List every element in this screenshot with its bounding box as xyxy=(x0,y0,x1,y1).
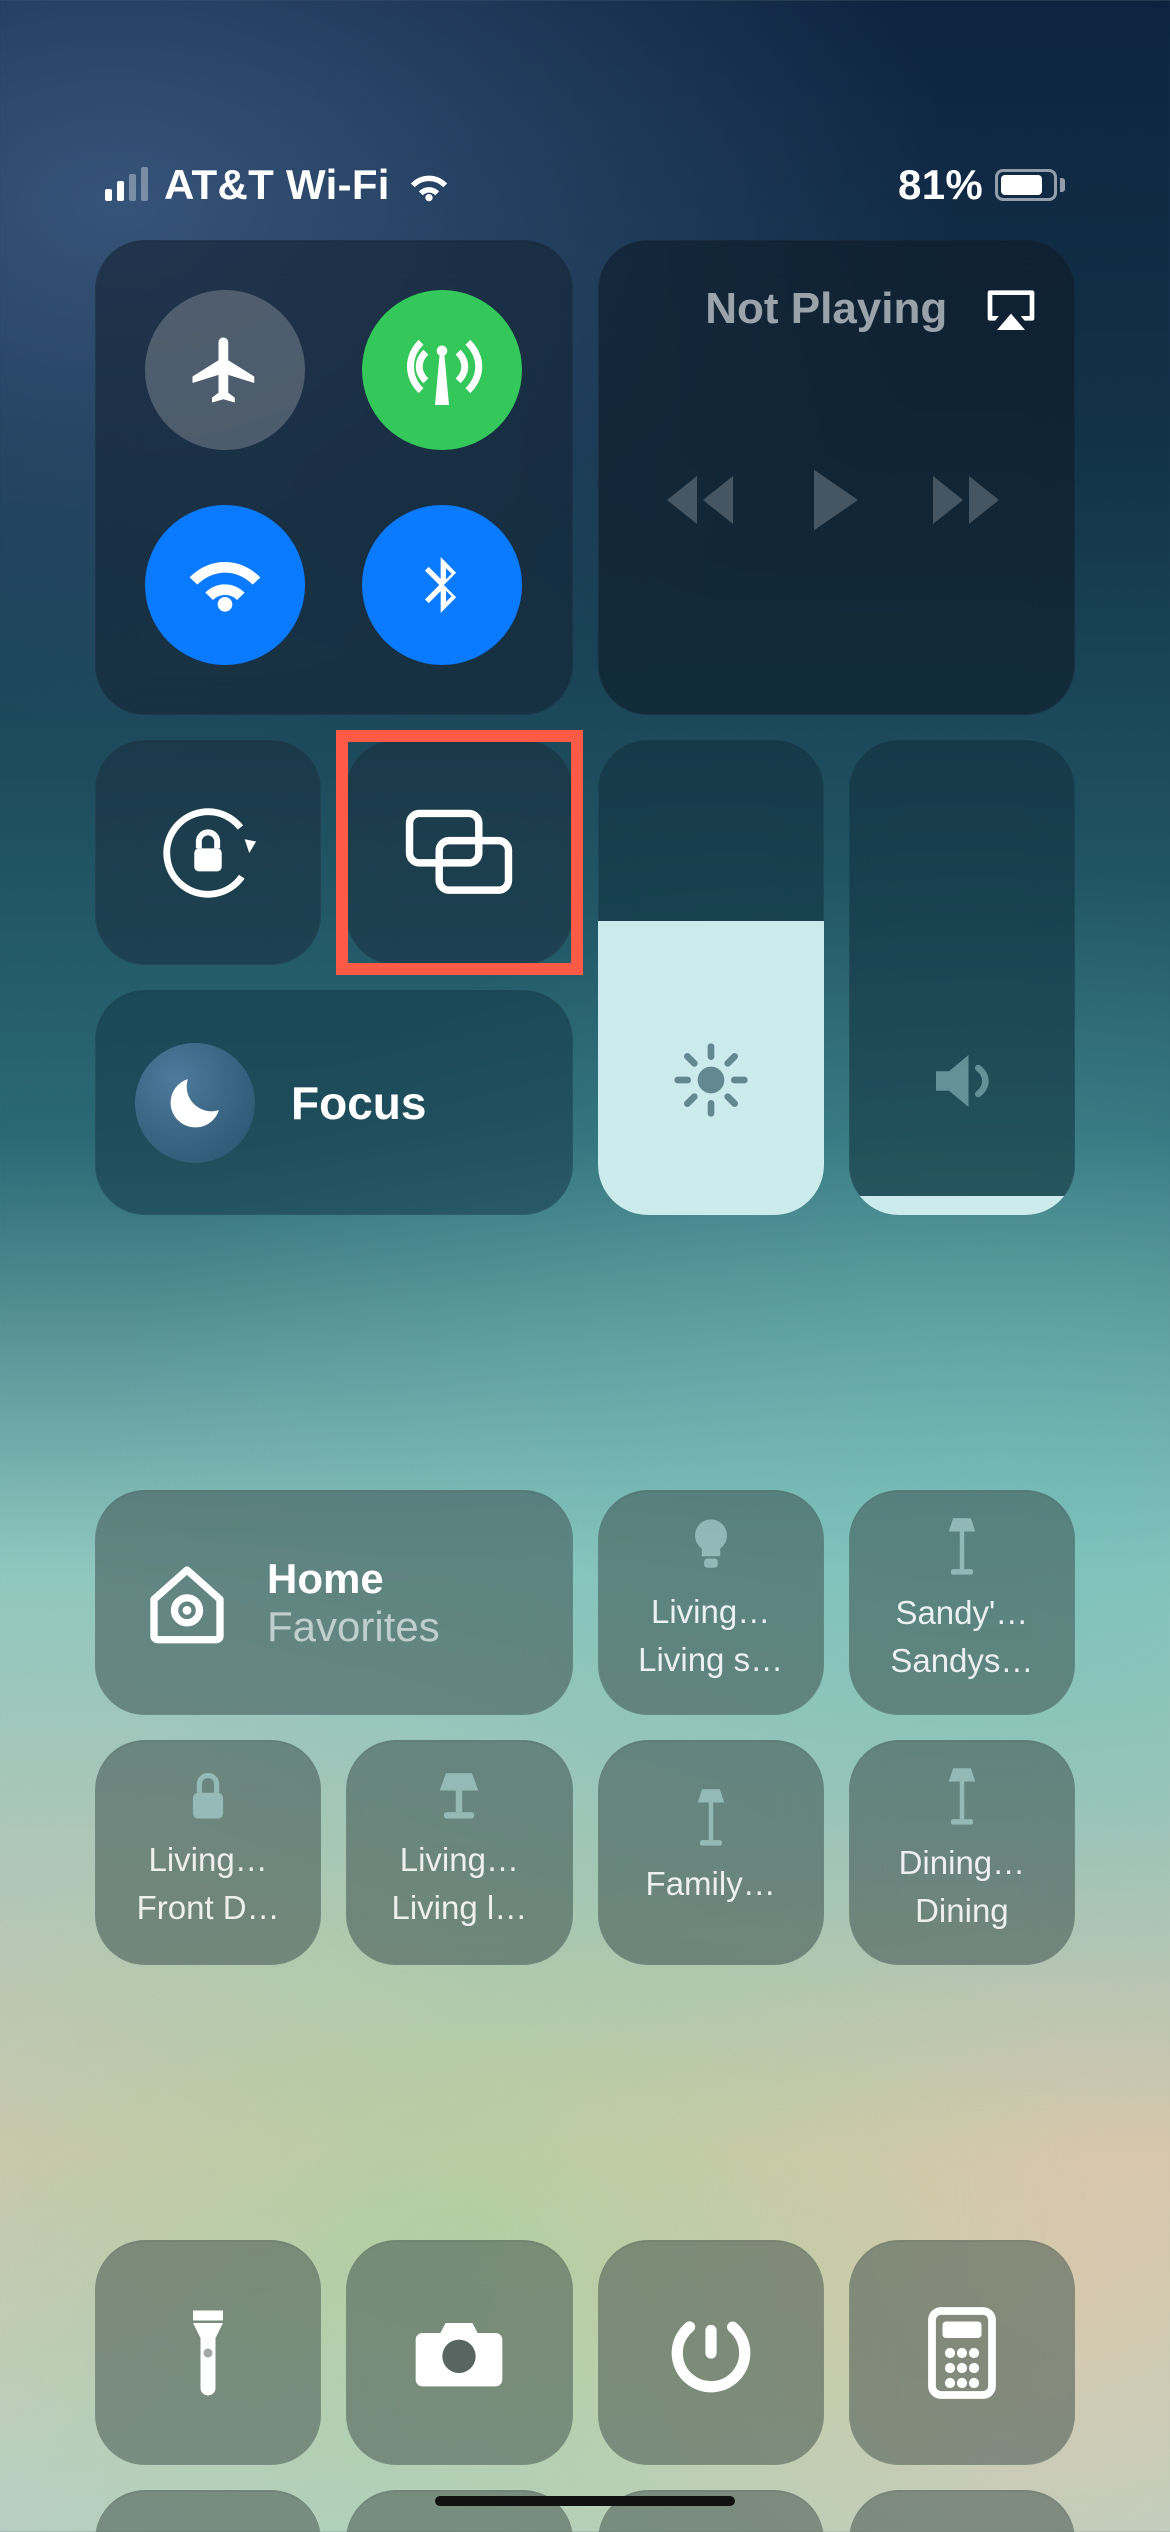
battery-icon xyxy=(995,169,1065,201)
home-subtitle: Favorites xyxy=(267,1603,440,1651)
home-device-3[interactable]: Living… Front D… xyxy=(95,1740,321,1965)
cellular-signal-icon xyxy=(105,169,148,201)
focus-button[interactable]: Focus xyxy=(95,990,573,1215)
lock-icon xyxy=(186,1769,230,1825)
airplay-icon[interactable] xyxy=(983,285,1039,333)
focus-label: Focus xyxy=(291,1076,426,1130)
carrier-label: AT&T Wi-Fi xyxy=(164,161,390,209)
home-device-6[interactable]: Dining… Dining xyxy=(849,1740,1075,1965)
orientation-lock-button[interactable] xyxy=(95,740,321,965)
connectivity-module[interactable] xyxy=(95,240,573,715)
wifi-icon xyxy=(406,167,452,203)
device-label-2: Dining xyxy=(915,1890,1009,1931)
speaker-icon xyxy=(923,1042,1001,1120)
home-indicator[interactable] xyxy=(435,2496,735,2506)
status-right: 81% xyxy=(898,161,1065,209)
media-title: Not Playing xyxy=(670,284,984,334)
device-label-2: Front D… xyxy=(137,1887,280,1928)
device-label-1: Family… xyxy=(646,1863,776,1904)
timer-icon xyxy=(666,2308,756,2398)
rewind-icon[interactable] xyxy=(667,471,739,529)
home-icon xyxy=(143,1559,231,1647)
status-left: AT&T Wi-Fi xyxy=(105,161,452,209)
flashlight-icon xyxy=(178,2303,238,2403)
home-device-5[interactable]: Family… xyxy=(598,1740,824,1965)
tutorial-highlight xyxy=(336,730,582,975)
device-label-1: Living… xyxy=(149,1839,268,1880)
device-label-2: Sandys… xyxy=(890,1640,1033,1681)
device-label-1: Sandy'… xyxy=(895,1592,1028,1633)
calculator-button[interactable] xyxy=(849,2240,1075,2465)
device-label-1: Living… xyxy=(400,1839,519,1880)
floor-lamp-icon xyxy=(943,1766,981,1828)
brightness-slider[interactable] xyxy=(598,740,824,1215)
airplane-mode-button[interactable] xyxy=(145,290,305,450)
wifi-button[interactable] xyxy=(145,505,305,665)
screen-mirroring-button[interactable] xyxy=(346,740,572,965)
airplane-icon xyxy=(186,331,264,409)
volume-fill xyxy=(849,1196,1075,1215)
spacer xyxy=(95,1990,1075,2050)
camera-icon xyxy=(409,2313,509,2393)
moon-icon xyxy=(162,1070,228,1136)
bluetooth-button[interactable] xyxy=(362,505,522,665)
volume-slider[interactable] xyxy=(849,740,1075,1215)
calculator-icon xyxy=(925,2305,999,2401)
antenna-icon xyxy=(400,328,484,412)
wifi-icon xyxy=(185,545,265,625)
status-bar: AT&T Wi-Fi 81% xyxy=(0,150,1170,220)
camera-button[interactable] xyxy=(346,2240,572,2465)
control-center: Not Playing xyxy=(95,240,1075,2472)
cellular-data-button[interactable] xyxy=(362,290,522,450)
home-device-1[interactable]: Living… Living s… xyxy=(598,1490,824,1715)
bluetooth-icon xyxy=(410,553,474,617)
device-label-2: Living l… xyxy=(392,1887,528,1928)
media-module[interactable]: Not Playing xyxy=(598,240,1076,715)
home-device-2[interactable]: Sandy'… Sandys… xyxy=(849,1490,1075,1715)
focus-circle xyxy=(135,1043,255,1163)
play-icon[interactable] xyxy=(807,467,865,533)
device-label-1: Living… xyxy=(651,1591,770,1632)
floor-lamp-icon xyxy=(692,1787,730,1849)
battery-percent: 81% xyxy=(898,161,983,209)
spacer xyxy=(95,1240,1075,1465)
home-device-4[interactable]: Living… Living l… xyxy=(346,1740,572,1965)
device-label-1: Dining… xyxy=(899,1842,1026,1883)
home-favorites-button[interactable]: Home Favorites xyxy=(95,1490,573,1715)
orientation-lock-icon xyxy=(153,798,263,908)
hearing-button[interactable] xyxy=(849,2490,1075,2532)
device-label-2: Living s… xyxy=(638,1639,783,1680)
bulb-icon xyxy=(688,1517,734,1577)
table-lamp-icon xyxy=(435,1769,483,1825)
brightness-icon xyxy=(671,1040,751,1120)
wallet-button[interactable] xyxy=(95,2490,321,2532)
timer-button[interactable] xyxy=(598,2240,824,2465)
home-title: Home xyxy=(267,1555,440,1603)
flashlight-button[interactable] xyxy=(95,2240,321,2465)
floor-lamp-icon xyxy=(943,1516,981,1578)
home-text: Home Favorites xyxy=(267,1555,440,1651)
forward-icon[interactable] xyxy=(933,471,1005,529)
